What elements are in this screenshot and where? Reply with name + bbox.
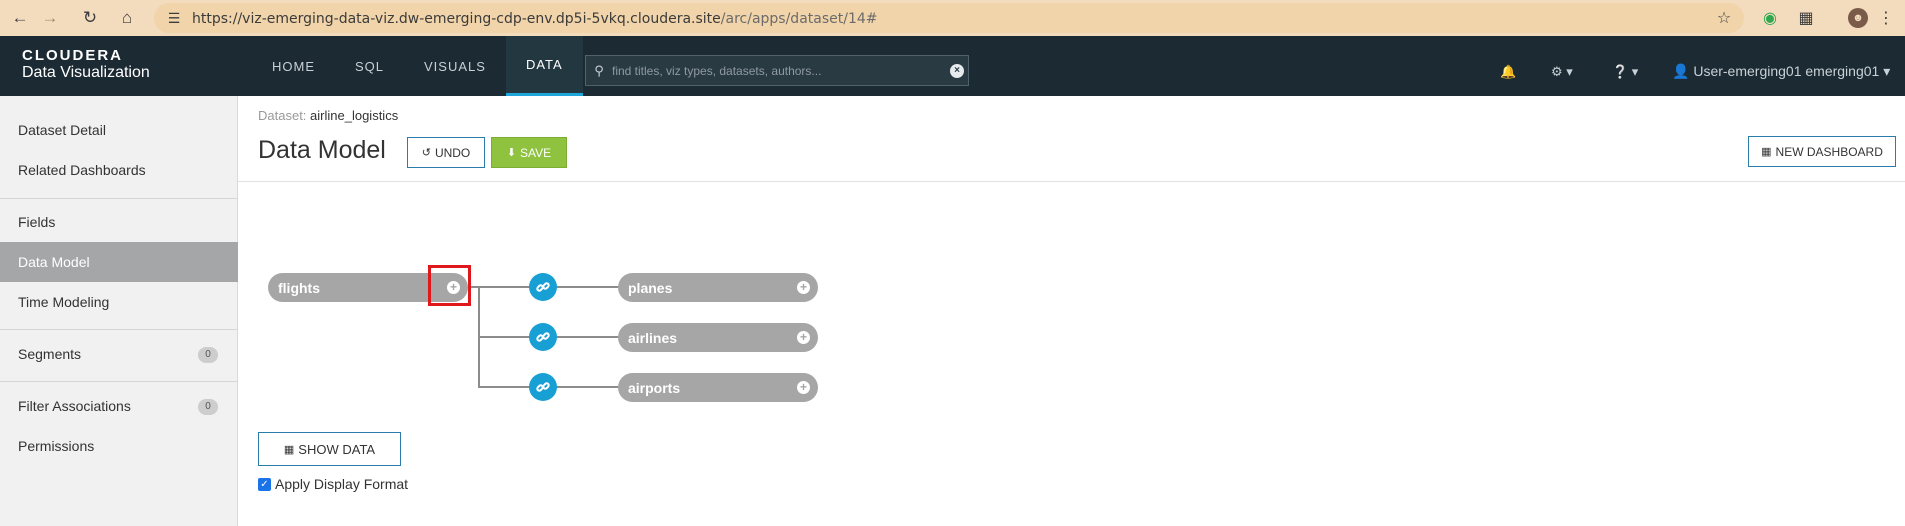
highlight-marker <box>428 265 471 306</box>
sidebar-item-time-modeling[interactable]: Time Modeling <box>0 282 238 322</box>
sidebar-item-label: Fields <box>18 214 56 230</box>
sidebar-item-permissions[interactable]: Permissions <box>0 426 238 466</box>
app-header: CLOUDERA Data Visualization HOME SQL VIS… <box>0 36 1905 96</box>
segments-count-badge: 0 <box>198 347 218 363</box>
url-text: https://viz-emerging-data-viz.dw-emergin… <box>192 11 878 27</box>
nav-sql[interactable]: SQL <box>335 36 404 96</box>
global-search: ⚲ × <box>585 55 969 86</box>
dashboard-icon: ▦ <box>1761 146 1772 158</box>
table-icon: ▦ <box>283 443 295 456</box>
sidebar-item-label: Filter Associations <box>18 398 131 414</box>
bookmark-star-icon[interactable]: ☆ <box>1714 8 1734 28</box>
breadcrumb-label: Dataset: <box>258 108 307 123</box>
sidebar-item-data-model[interactable]: Data Model <box>0 242 238 282</box>
user-icon: 👤 <box>1672 63 1690 79</box>
url-host: https://viz-emerging-data-viz.dw-emergin… <box>192 11 721 27</box>
breadcrumb: Dataset: airline_logistics <box>258 108 398 123</box>
apply-display-format-label[interactable]: Apply Display Format <box>275 476 408 492</box>
new-dashboard-label: NEW DASHBOARD <box>1775 144 1883 159</box>
add-join-icon[interactable]: + <box>797 281 810 294</box>
user-label: User-emerging01 emerging01 <box>1693 63 1880 79</box>
join-link-icon[interactable] <box>529 373 557 401</box>
model-node-label: planes <box>628 279 673 296</box>
undo-label: UNDO <box>434 145 471 160</box>
sidebar-item-related-dashboards[interactable]: Related Dashboards <box>0 150 238 190</box>
connector-line <box>556 286 620 288</box>
undo-button[interactable]: ↺ UNDO <box>407 137 485 168</box>
site-info-icon[interactable]: ☰ <box>164 8 184 28</box>
user-menu[interactable]: 👤 User-emerging01 emerging01 ▾ <box>1672 63 1890 80</box>
sidebar-item-label: Dataset Detail <box>18 122 106 138</box>
model-node-airports[interactable]: airports + <box>618 373 818 402</box>
show-data-button[interactable]: ▦ SHOW DATA <box>258 432 401 466</box>
new-dashboard-button[interactable]: ▦ NEW DASHBOARD <box>1748 136 1896 167</box>
download-icon: ⬇ <box>506 147 517 159</box>
profile-avatar-icon[interactable]: ☻ <box>1848 8 1868 28</box>
home-icon[interactable]: ⌂ <box>115 6 139 30</box>
undo-icon: ↺ <box>421 147 431 159</box>
save-label: SAVE <box>520 145 552 160</box>
nav-home[interactable]: HOME <box>252 36 335 96</box>
dataset-sidebar: Dataset Detail Related Dashboards Fields… <box>0 96 238 526</box>
brand-logo[interactable]: CLOUDERA Data Visualization <box>22 48 150 82</box>
help-icon[interactable]: ❔ ▾ <box>1612 64 1638 80</box>
sidebar-item-label: Time Modeling <box>18 294 110 310</box>
back-icon[interactable]: ← <box>8 6 32 30</box>
settings-gear-icon[interactable]: ⚙ ▾ <box>1551 64 1573 80</box>
model-node-label: airports <box>628 379 681 396</box>
search-icon: ⚲ <box>594 62 604 78</box>
brand-product: Data Visualization <box>22 64 150 81</box>
filter-associations-count-badge: 0 <box>198 399 218 415</box>
browser-menu-icon[interactable]: ⋮ <box>1876 8 1896 28</box>
model-node-planes[interactable]: planes + <box>618 273 818 302</box>
notifications-bell-icon[interactable]: 🔔 <box>1500 64 1516 80</box>
clear-search-icon[interactable]: × <box>950 63 964 78</box>
sidebar-item-filter-associations[interactable]: Filter Associations 0 <box>0 386 238 426</box>
sidebar-divider <box>0 198 238 199</box>
page-title: Data Model <box>258 136 386 164</box>
brand-name: CLOUDERA <box>22 47 123 64</box>
sidebar-item-label: Segments <box>18 346 82 362</box>
browser-toolbar: ← → ↻ ⌂ ☰ https://viz-emerging-data-viz.… <box>0 0 1905 36</box>
model-node-label: airlines <box>628 329 678 346</box>
apply-display-format-checkbox[interactable]: ✓ <box>258 477 271 491</box>
show-data-label: SHOW DATA <box>298 441 376 457</box>
sidebar-item-label: Related Dashboards <box>18 162 146 178</box>
top-navigation: HOME SQL VISUALS DATA <box>252 36 583 96</box>
url-path: /arc/apps/dataset/14# <box>720 11 878 27</box>
sidebar-item-label: Data Model <box>18 254 90 270</box>
save-button[interactable]: ⬇ SAVE <box>491 137 567 168</box>
sidebar-item-label: Permissions <box>18 438 95 454</box>
model-node-airlines[interactable]: airlines + <box>618 323 818 352</box>
sidebar-divider <box>0 329 238 330</box>
sidebar-item-fields[interactable]: Fields <box>0 202 238 242</box>
sidebar-item-dataset-detail[interactable]: Dataset Detail <box>0 110 238 150</box>
breadcrumb-dataset-name: airline_logistics <box>310 108 399 123</box>
forward-icon[interactable]: → <box>38 6 62 30</box>
search-input[interactable] <box>612 63 950 78</box>
address-bar[interactable]: ☰ https://viz-emerging-data-viz.dw-emerg… <box>154 3 1744 33</box>
reload-icon[interactable]: ↻ <box>78 6 102 30</box>
nav-data[interactable]: DATA <box>505 36 583 96</box>
join-link-icon[interactable] <box>529 273 557 301</box>
add-join-icon[interactable]: + <box>797 331 810 344</box>
add-join-icon[interactable]: + <box>797 381 810 394</box>
header-divider <box>238 181 1905 182</box>
extension-eye-icon[interactable]: ◉ <box>1760 8 1780 28</box>
sidebar-item-segments[interactable]: Segments 0 <box>0 334 238 374</box>
sidebar-divider <box>0 381 238 382</box>
connector-line <box>556 386 620 388</box>
extensions-puzzle-icon[interactable]: ▦ <box>1796 8 1816 28</box>
join-link-icon[interactable] <box>529 323 557 351</box>
nav-visuals[interactable]: VISUALS <box>404 36 506 96</box>
model-node-label: flights <box>278 279 320 296</box>
connector-line <box>556 336 620 338</box>
apply-display-format-row: ✓ Apply Display Format <box>258 476 408 492</box>
